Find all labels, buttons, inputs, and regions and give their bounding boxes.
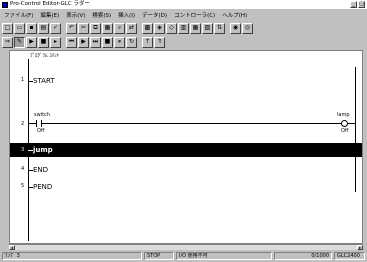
scroll-left-icon[interactable]: ◂ [9, 245, 15, 250]
reset-icon[interactable]: ↻ [126, 36, 137, 48]
coil-state: Off [341, 128, 349, 134]
settings-icon[interactable]: ◉ [230, 22, 241, 34]
edit-mode-icon[interactable]: ✎ [14, 36, 25, 48]
menu-controller[interactable]: コントローラ(C) [174, 11, 215, 19]
grid-icon[interactable]: ▦ [190, 22, 201, 34]
menu-view[interactable]: 表示(V) [66, 11, 85, 19]
contact-state: Off [37, 128, 45, 134]
rewind-icon[interactable]: ⏮ [66, 36, 77, 48]
open-icon[interactable]: ▭ [14, 22, 25, 34]
fast-forward-icon[interactable]: ⏭ [90, 36, 101, 48]
status-rung: ﾗﾝｸﾞ 3 [2, 252, 142, 260]
menu-search[interactable]: 検索(S) [92, 11, 111, 19]
minimize-button[interactable]: _ [350, 1, 357, 8]
menu-file[interactable]: ファイル(F) [4, 11, 33, 19]
title-bar: Pro-Control Editor-GLC ラダー _ □ [0, 0, 367, 9]
rung-label[interactable]: jump [33, 146, 53, 154]
maximize-button[interactable]: □ [358, 1, 365, 8]
window-title: Pro-Control Editor-GLC ラダー [10, 1, 90, 7]
program-comment[interactable]: ﾌﾟﾛｸﾞﾗﾑ ｺﾒﾝﾄ [30, 52, 59, 59]
rung-label[interactable]: PEND [33, 183, 52, 191]
rung-switch-lamp[interactable]: 2 switch Off lamp Off [10, 111, 362, 137]
status-bar: ﾗﾝｸﾞ 3 STOP I/O 使用不可 0/1000 GLC2400 [0, 251, 367, 261]
monitor-icon[interactable]: ◈ [154, 22, 165, 34]
stop-icon[interactable]: ■ [102, 36, 113, 48]
scroll-right-icon[interactable]: ▸ [357, 245, 363, 250]
rung-end[interactable]: 4 END [10, 165, 362, 177]
menu-help[interactable]: ヘルプ(H) [222, 11, 247, 19]
status-model: GLC2400 [334, 252, 365, 260]
play-icon[interactable]: ▶ [78, 36, 89, 48]
find-icon[interactable]: ⌕ [114, 22, 125, 34]
output-coil[interactable] [341, 120, 348, 127]
menu-bar: ファイル(F) 編集(E) 表示(V) 検索(S) 挿入(I) データ(D) コ… [0, 10, 367, 20]
rung-number: 3 [21, 147, 25, 153]
save-icon[interactable]: ▪ [26, 22, 37, 34]
standard-toolbar: □ ▭ ▪ ▤ ✓ ↶ ✂ ⧉ ▦ ⌕ ⇄ ▩ ◈ ◇ ▥ ▦ ▧ ⇅ ◉ ◎ [2, 22, 254, 34]
horizontal-scrollbar[interactable]: ◂ ▸ [9, 244, 363, 250]
online-mode-icon[interactable]: ⇒ [2, 36, 13, 48]
status-io: I/O 使用不可 [176, 252, 272, 260]
rung-wire [28, 123, 355, 124]
step-mode-icon[interactable]: ▸ [50, 36, 61, 48]
mode-toolbar: ⇒ ✎ ▶ ■ ▸ ⏮ ▶ ⏭ ■ ⏸ ↻ ↑ ⇑ [2, 36, 166, 48]
ladder-editor[interactable]: ﾌﾟﾛｸﾞﾗﾑ ｺﾒﾝﾄ 1 START 2 switch Off lamp O… [9, 50, 363, 244]
status-mode: STOP [144, 252, 174, 260]
undo-icon[interactable]: ↶ [66, 22, 77, 34]
rung-number: 5 [21, 183, 25, 189]
coil-label: lamp [337, 112, 350, 118]
help-icon[interactable]: ◎ [242, 22, 253, 34]
app-icon[interactable] [2, 1, 8, 8]
pause-icon[interactable]: ⏸ [114, 36, 125, 48]
rung-pend[interactable]: 5 PEND [10, 182, 362, 194]
replace-icon[interactable]: ⇄ [126, 22, 137, 34]
list-icon[interactable]: ▥ [178, 22, 189, 34]
rung-number: 4 [21, 166, 25, 172]
rung-jump[interactable]: 3 jump [10, 143, 362, 157]
rung-number: 2 [21, 121, 25, 127]
print-icon[interactable]: ▤ [38, 22, 49, 34]
paste-icon[interactable]: ▦ [102, 22, 113, 34]
rung-number: 1 [21, 77, 25, 83]
upload-icon[interactable]: ⇑ [154, 36, 165, 48]
zoom-icon[interactable]: ◇ [166, 22, 177, 34]
new-icon[interactable]: □ [2, 22, 13, 34]
normally-open-contact[interactable] [36, 120, 42, 127]
contact-label: switch [34, 112, 50, 118]
check-icon[interactable]: ✓ [50, 22, 61, 34]
menu-edit[interactable]: 編集(E) [40, 11, 59, 19]
run-mode-icon[interactable]: ▶ [26, 36, 37, 48]
rung-label[interactable]: START [33, 77, 55, 85]
transfer-icon[interactable]: ⇅ [214, 22, 225, 34]
symbol-icon[interactable]: ▩ [142, 22, 153, 34]
rung-label[interactable]: END [33, 166, 48, 174]
menu-data[interactable]: データ(D) [142, 11, 167, 19]
menu-insert[interactable]: 挿入(I) [118, 11, 135, 19]
chart-icon[interactable]: ▧ [202, 22, 213, 34]
copy-icon[interactable]: ⧉ [90, 22, 101, 34]
stop-mode-icon[interactable]: ■ [38, 36, 49, 48]
rung-start[interactable]: 1 START [10, 74, 362, 88]
status-count: 0/1000 [274, 252, 332, 260]
cut-icon[interactable]: ✂ [78, 22, 89, 34]
window-buttons: _ □ [350, 1, 365, 8]
up-arrow-icon[interactable]: ↑ [142, 36, 153, 48]
